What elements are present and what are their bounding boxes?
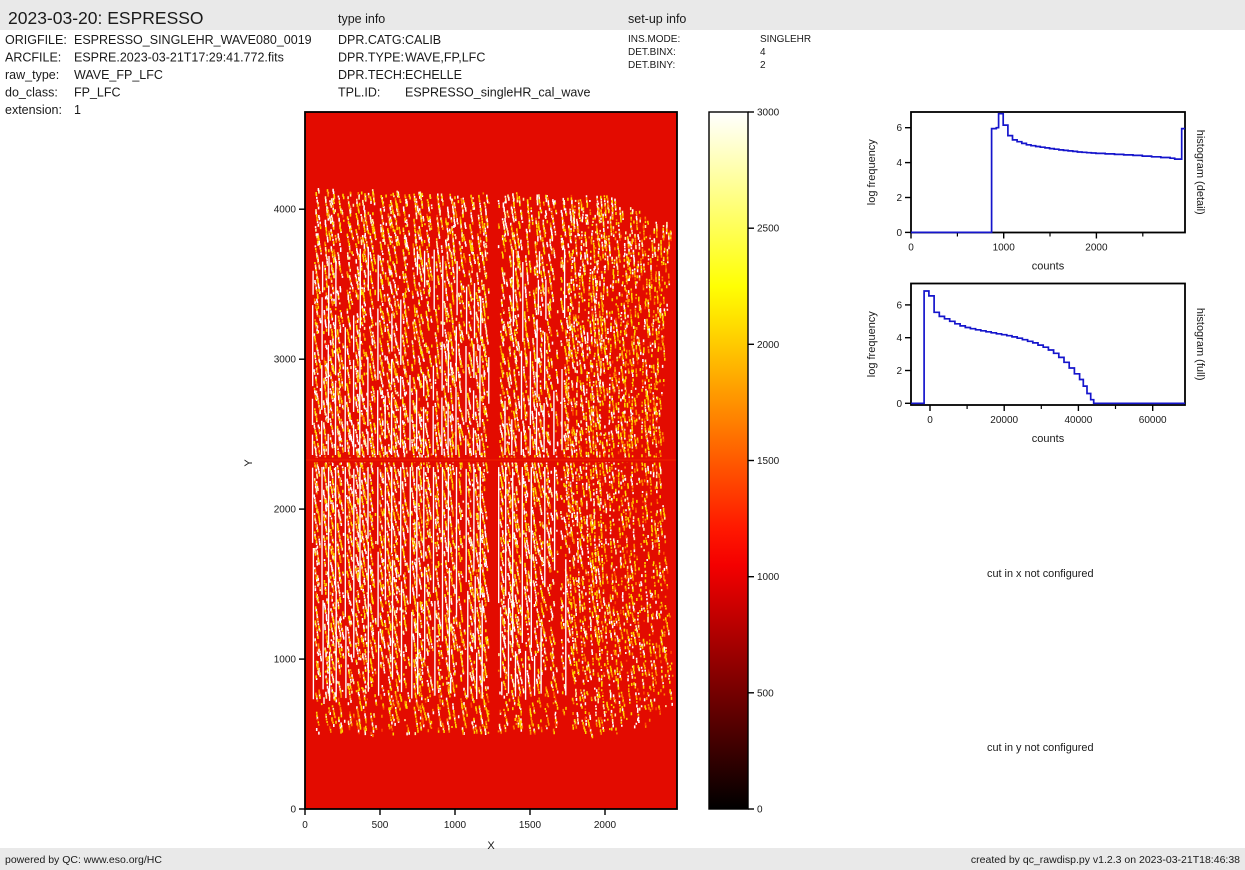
svg-text:60000: 60000 [1139, 415, 1167, 426]
svg-text:6: 6 [896, 123, 902, 134]
svg-text:WAVE,FP,LFC: WAVE,FP,LFC [405, 51, 485, 65]
svg-text:ESPRE.2023-03-21T17:29:41.772.: ESPRE.2023-03-21T17:29:41.772.fits [74, 51, 284, 65]
svg-text:WAVE_FP_LFC: WAVE_FP_LFC [74, 68, 163, 82]
svg-text:40000: 40000 [1064, 415, 1092, 426]
svg-text:4: 4 [760, 47, 766, 58]
svg-text:ESPRESSO_singleHR_cal_wave: ESPRESSO_singleHR_cal_wave [405, 86, 591, 100]
svg-text:ORIGFILE:: ORIGFILE: [5, 33, 67, 47]
svg-text:ARCFILE:: ARCFILE: [5, 51, 61, 65]
svg-text:0: 0 [908, 243, 914, 254]
svg-text:3000: 3000 [757, 108, 780, 119]
svg-text:1000: 1000 [274, 655, 297, 666]
svg-text:SINGLEHR: SINGLEHR [760, 34, 811, 45]
svg-text:1500: 1500 [757, 456, 780, 467]
svg-text:powered by QC: www.eso.org/HC: powered by QC: www.eso.org/HC [5, 854, 162, 866]
svg-text:2000: 2000 [274, 505, 297, 516]
svg-text:log frequency: log frequency [866, 139, 878, 206]
svg-text:DPR.TECH:: DPR.TECH: [338, 68, 405, 82]
svg-text:cut in x not configured: cut in x not configured [987, 568, 1094, 580]
svg-text:extension:: extension: [5, 103, 62, 117]
svg-text:2000: 2000 [594, 820, 617, 831]
svg-text:DET.BINX:: DET.BINX: [628, 47, 676, 58]
svg-text:ECHELLE: ECHELLE [405, 68, 462, 82]
svg-text:type info: type info [338, 12, 385, 26]
svg-text:TPL.ID:: TPL.ID: [338, 86, 380, 100]
svg-text:1000: 1000 [993, 243, 1016, 254]
svg-text:2023-03-20: ESPRESSO: 2023-03-20: ESPRESSO [8, 8, 204, 28]
svg-text:ESPRESSO_SINGLEHR_WAVE080_0019: ESPRESSO_SINGLEHR_WAVE080_0019 [74, 33, 312, 47]
svg-text:0: 0 [302, 820, 308, 831]
svg-text:2500: 2500 [757, 224, 780, 235]
svg-text:0: 0 [896, 399, 902, 410]
svg-text:CALIB: CALIB [405, 33, 441, 47]
svg-text:0: 0 [896, 228, 902, 239]
svg-text:DPR.TYPE:: DPR.TYPE: [338, 51, 404, 65]
svg-text:counts: counts [1032, 433, 1065, 445]
svg-text:2: 2 [760, 60, 766, 71]
svg-text:created by qc_rawdisp.py v1.2.: created by qc_rawdisp.py v1.2.3 on 2023-… [971, 854, 1240, 866]
svg-text:X: X [487, 840, 495, 852]
svg-text:histogram (detail): histogram (detail) [1194, 130, 1206, 215]
svg-text:do_class:: do_class: [5, 86, 58, 100]
svg-text:0: 0 [927, 415, 933, 426]
svg-text:2: 2 [896, 366, 902, 377]
svg-text:4000: 4000 [274, 205, 297, 216]
svg-text:INS.MODE:: INS.MODE: [628, 34, 680, 45]
svg-text:Y: Y [243, 459, 255, 467]
svg-text:0: 0 [290, 805, 296, 816]
svg-text:1000: 1000 [757, 572, 780, 583]
svg-text:0: 0 [757, 805, 763, 816]
svg-text:histogram (full): histogram (full) [1194, 308, 1206, 381]
svg-text:3000: 3000 [274, 355, 297, 366]
svg-text:DET.BINY:: DET.BINY: [628, 60, 675, 71]
svg-text:6: 6 [896, 300, 902, 311]
svg-text:set-up info: set-up info [628, 12, 686, 26]
svg-text:1000: 1000 [444, 820, 467, 831]
svg-text:500: 500 [757, 688, 774, 699]
svg-text:2: 2 [896, 193, 902, 204]
svg-text:4: 4 [896, 158, 902, 169]
svg-text:counts: counts [1032, 261, 1065, 273]
svg-text:2000: 2000 [1085, 243, 1108, 254]
svg-text:cut in y not configured: cut in y not configured [987, 742, 1094, 754]
svg-text:log frequency: log frequency [866, 311, 878, 378]
svg-text:raw_type:: raw_type: [5, 68, 59, 82]
svg-text:FP_LFC: FP_LFC [74, 86, 121, 100]
svg-text:1: 1 [74, 103, 81, 117]
svg-text:20000: 20000 [990, 415, 1018, 426]
svg-text:DPR.CATG:: DPR.CATG: [338, 33, 405, 47]
svg-text:2000: 2000 [757, 340, 780, 351]
svg-text:500: 500 [372, 820, 389, 831]
svg-text:1500: 1500 [519, 820, 542, 831]
svg-text:4: 4 [896, 333, 902, 344]
